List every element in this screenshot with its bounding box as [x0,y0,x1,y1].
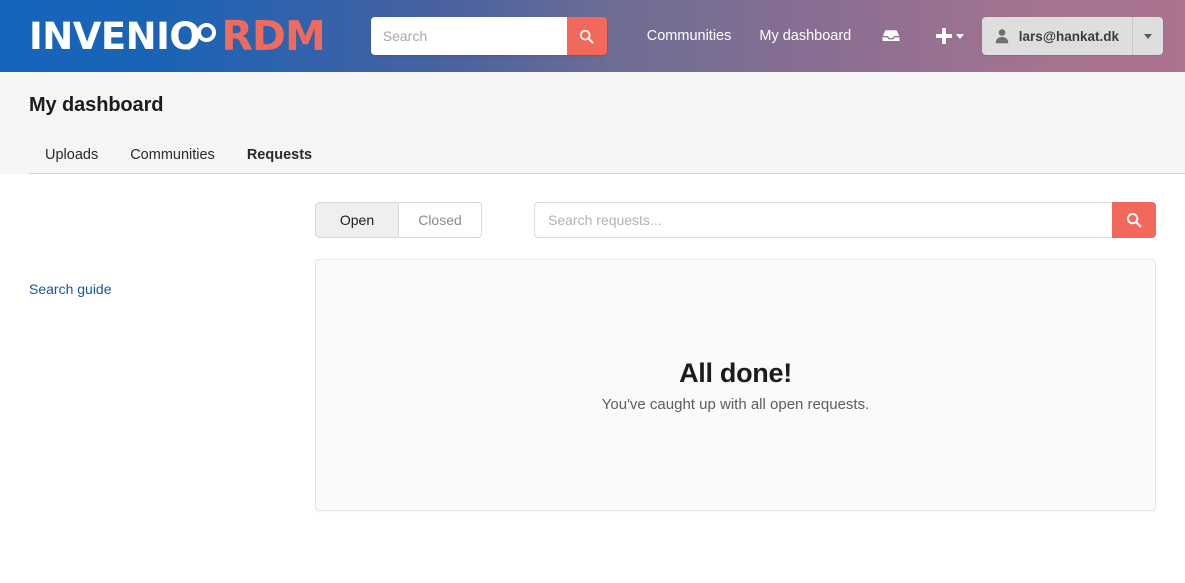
nav-link-my-dashboard[interactable]: My dashboard [745,0,865,72]
results-area: Search guide All done! You've caught up … [0,238,1185,511]
search-icon [1126,212,1142,228]
filter-open-button[interactable]: Open [316,203,398,237]
filters-sidebar: Search guide [29,259,315,511]
inbox-icon [882,30,900,41]
page-header: My dashboard Uploads Communities Request… [0,72,1185,175]
create-new-menu[interactable] [935,28,964,44]
primary-nav: Communities My dashboard [633,0,918,72]
brand-name-primary: INVENIO [29,14,201,58]
tab-requests[interactable]: Requests [230,147,329,175]
search-input[interactable] [370,17,567,55]
request-status-filter: Open Closed [315,202,482,238]
plus-icon [935,28,952,44]
empty-state-title: All done! [679,357,792,388]
search-guide-link[interactable]: Search guide [29,281,112,297]
user-email-label: lars@hankat.dk [1018,28,1119,44]
search-button[interactable] [566,17,607,55]
nav-link-communities[interactable]: Communities [633,0,746,72]
requests-results-panel: All done! You've caught up with all open… [315,259,1156,511]
requests-search [534,202,1156,238]
brand-logo[interactable]: INVENIO RDM [29,11,326,60]
chevron-down-icon [1144,33,1152,39]
inbox-button[interactable] [865,0,917,72]
empty-state-subtitle: You've caught up with all open requests. [601,395,870,413]
chevron-down-icon [955,33,964,39]
requests-controls: Open Closed [0,174,1185,238]
global-search [370,17,607,55]
page-title: My dashboard [29,94,164,116]
main-content: Open Closed Search guide All done! You'v… [0,174,1185,551]
dashboard-tabs: Uploads Communities Requests [29,147,1185,175]
requests-search-input[interactable] [534,202,1112,238]
user-menu-caret-button[interactable] [1132,17,1163,55]
search-icon [580,29,594,43]
tab-uploads[interactable]: Uploads [29,147,114,174]
navbar-right-cluster: lars@hankat.dk [935,0,1163,72]
user-menu: lars@hankat.dk [981,17,1163,55]
brand-name-secondary: RDM [221,11,325,60]
user-menu-button[interactable]: lars@hankat.dk [982,17,1132,55]
top-navbar: INVENIO RDM Communities My dashboard [0,0,1185,72]
requests-search-button[interactable] [1112,202,1156,238]
filter-closed-button[interactable]: Closed [399,203,481,237]
tab-communities[interactable]: Communities [114,147,231,174]
user-icon [995,29,1009,44]
magnifier-icon [186,17,220,55]
